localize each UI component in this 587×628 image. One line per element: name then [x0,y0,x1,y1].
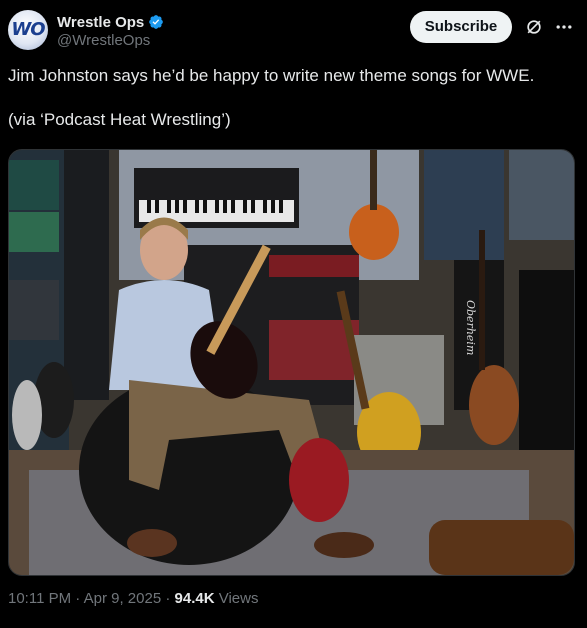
tweet-text-line: Jim Johnston says he’d be happy to write… [8,66,535,85]
tweet-meta: 10:11 PM · Apr 9, 2025 · 94.4K Views [8,590,258,607]
author-name-row: Wrestle Ops [57,12,164,32]
avatar-logo-text: WO [11,19,45,40]
meta-separator: · [161,590,175,607]
views-count[interactable]: 94.4K [175,590,215,607]
oberheim-logo-text: Oberheim [464,300,477,355]
studio-photo: Oberheim [9,150,574,575]
subscribe-button[interactable]: Subscribe [410,11,512,43]
display-name[interactable]: Wrestle Ops [57,14,144,31]
tweet-date[interactable]: Apr 9, 2025 [84,590,162,607]
verified-badge-icon [149,15,164,29]
tweet-text: Jim Johnston says he’d be happy to write… [8,65,578,131]
meta-separator: · [71,590,84,607]
handle[interactable]: @WrestleOps [57,32,150,49]
tweet-time[interactable]: 10:11 PM [8,590,71,607]
tweet-photo[interactable]: Oberheim [8,149,575,576]
more-horizontal-icon[interactable] [554,17,574,37]
tweet-text-source: (via ‘Podcast Heat Wrestling’) [8,110,231,129]
post: WO Wrestle Ops @WrestleOps Subscribe Jim… [0,0,587,628]
views-label: Views [214,590,259,607]
avatar[interactable]: WO [8,10,48,50]
grok-icon[interactable] [524,17,544,37]
